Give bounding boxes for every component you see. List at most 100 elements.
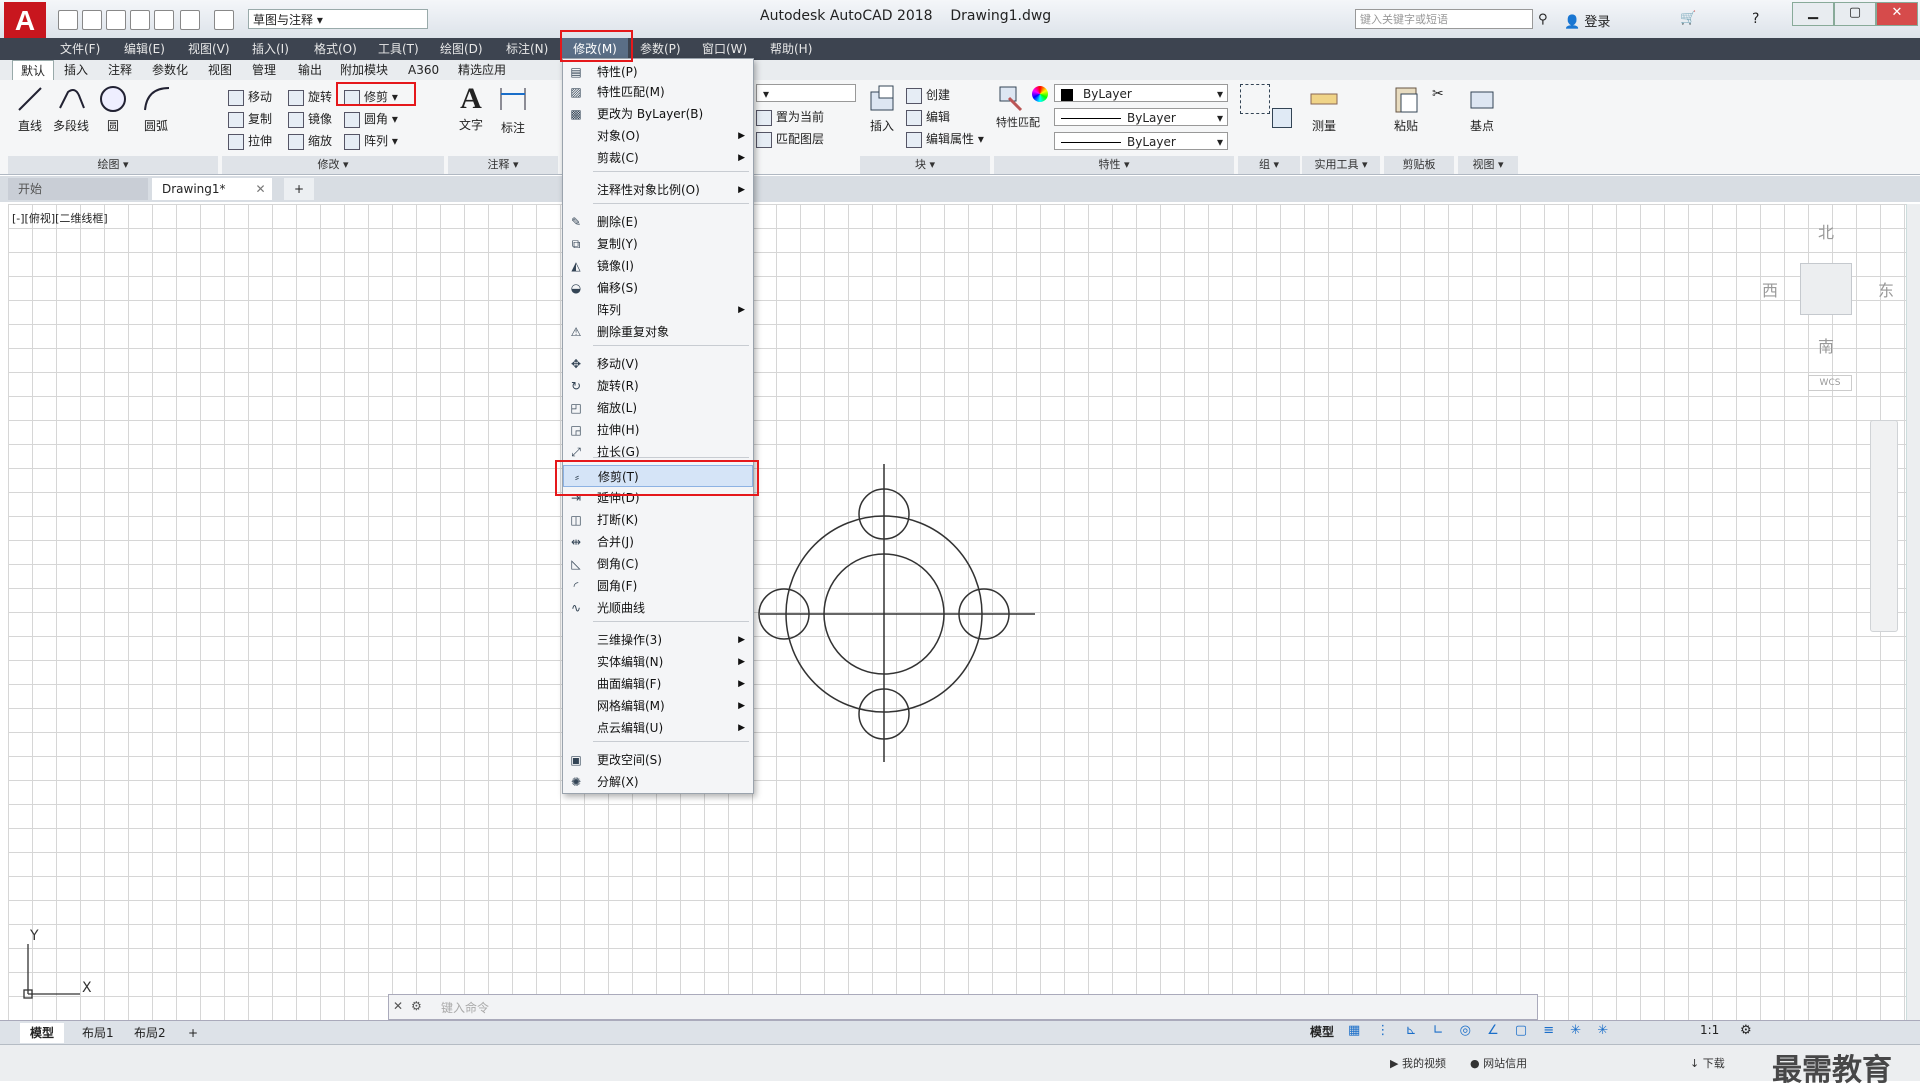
menu-separator [593,621,749,622]
menu-item-fillet[interactable]: ◜ 圆角(F) [563,575,753,597]
trim-item-highlight-box [555,460,759,496]
menu-item-rotate[interactable]: ↻ 旋转(R) [563,375,753,397]
annotation-scale[interactable]: 1:1 [1700,1023,1719,1037]
viewcube-west[interactable]: 西 [1762,277,1778,301]
viewcube[interactable]: 北 西 东 南 WCS [1758,215,1908,395]
menu-item-label: 移动(V) [597,357,639,371]
command-settings-icon[interactable]: ⚙ [411,999,422,1013]
menu-item-label: 点云编辑(U) [597,721,664,735]
modify-menu-dropdown: ▤ 特性(P) ▨ 特性匹配(M) ▩ 更改为 ByLayer(B) 对象(O) ▶ 剪裁(C)… [562,58,754,794]
menu-item-label: 拉伸(H) [597,423,640,437]
erase-icon: ✎ [570,215,582,229]
menu-item-chamfer[interactable]: ◺ 倒角(C) [563,553,753,575]
watermark: 最需教育 [1772,1053,1892,1088]
submenu-arrow-icon: ▶ [738,185,745,195]
menu-item-overkill[interactable]: ⚠ 删除重复对象 [563,321,753,343]
properties-icon: ▤ [570,65,582,79]
menu-item-copy[interactable]: ⧉ 复制(Y) [563,233,753,255]
site-credit-link[interactable]: ● 网站信用 [1470,1055,1527,1071]
menu-item-match-properties[interactable]: ▨ 特性匹配(M) [563,81,753,103]
download-link[interactable]: ↓ 下载 [1690,1055,1725,1071]
menu-separator [593,203,749,204]
workspace-gear-icon[interactable]: ⚙ [1740,1023,1752,1038]
ucs-icon [23,944,80,999]
menu-item-erase[interactable]: ✎ 删除(E) [563,211,753,233]
menu-item-label: 分解(X) [597,775,639,789]
menu-item-explode[interactable]: ✺ 分解(X) [563,771,753,793]
system-status-bar: ▶ 我的视频 ● 网站信用 ↓ 下载 最需教育 [0,1044,1920,1088]
menu-item-label: 复制(Y) [597,237,638,251]
menu-item-label: 倒角(C) [597,557,639,571]
menu-item-label: 特性匹配(M) [597,85,665,99]
status-tools-icons[interactable]: ▦ ⋮ ⊾ ∟ ◎ ∠ ▢ ≡ ✳ ✳ [1348,1023,1614,1038]
menu-item-break[interactable]: ◫ 打断(K) [563,509,753,531]
menu-item-label: 偏移(S) [597,281,638,295]
submenu-arrow-icon: ▶ [738,657,745,667]
menu-item-label: 更改为 ByLayer(B) [597,107,704,121]
drawing-geometry: Y X [23,59,1035,999]
bylayer-icon: ▩ [570,107,582,121]
menu-item-label: 圆角(F) [597,579,638,593]
menu-item-label: 删除重复对象 [597,325,670,339]
rotate-icon: ↻ [570,379,582,393]
menu-item-mirror[interactable]: ◭ 镜像(I) [563,255,753,277]
viewcube-east[interactable]: 东 [1878,277,1894,301]
menu-item-submenu-4[interactable]: 剪裁(C) ▶ [563,147,753,169]
menu-item-properties[interactable]: ▤ 特性(P) [563,61,753,83]
menu-item-blend[interactable]: ∿ 光顺曲线 [563,597,753,619]
menu-item-submenu-27[interactable]: 网格编辑(M) ▶ [563,695,753,717]
tab-model[interactable]: 模型 [20,1023,65,1043]
navigation-bar[interactable] [1870,420,1898,632]
overkill-icon: ⚠ [570,325,582,339]
menu-item-label: 曲面编辑(F) [597,677,662,691]
tab-layout2[interactable]: 布局2 [124,1023,176,1043]
menu-item-submenu-5[interactable]: 注释性对象比例(O) ▶ [563,179,753,201]
menu-separator [593,457,749,458]
viewcube-north[interactable]: 北 [1818,219,1834,243]
wcs-menu[interactable]: WCS [1808,375,1852,391]
tab-layout1[interactable]: 布局1 [72,1023,124,1043]
changespace-icon: ▣ [570,753,582,767]
command-input[interactable]: 键入命令 [441,999,489,1016]
move-icon: ✥ [570,357,582,371]
submenu-arrow-icon: ▶ [738,723,745,733]
my-video-label: 我的视频 [1401,1057,1446,1070]
menu-item-label: 打断(K) [597,513,639,527]
menu-item-offset[interactable]: ◒ 偏移(S) [563,277,753,299]
menu-item-submenu-25[interactable]: 实体编辑(N) ▶ [563,651,753,673]
menu-item-label: 三维操作(3) [597,633,662,647]
add-layout-icon[interactable]: + [178,1023,208,1043]
viewcube-face-top[interactable] [1800,263,1852,315]
menu-item-scale[interactable]: ◰ 缩放(L) [563,397,753,419]
menu-item-submenu-26[interactable]: 曲面编辑(F) ▶ [563,673,753,695]
menu-item-label: 光顺曲线 [597,601,646,615]
menu-item-label: 缩放(L) [597,401,638,415]
match-properties-icon: ▨ [570,85,582,99]
vertical-scrollbar[interactable] [1906,204,1920,1020]
menu-item-changespace[interactable]: ▣ 更改空间(S) [563,749,753,771]
menu-item-submenu-24[interactable]: 三维操作(3) ▶ [563,629,753,651]
menu-item-label: 旋转(R) [597,379,639,393]
menu-item-bylayer[interactable]: ▩ 更改为 ByLayer(B) [563,103,753,125]
menu-item-label: 镜像(I) [597,259,634,273]
command-line[interactable]: ✕ ⚙ 键入命令 [388,994,1538,1020]
menu-item-label: 合并(J) [597,535,634,549]
menu-separator [593,345,749,346]
menu-item-label: 实体编辑(N) [597,655,664,669]
menu-item-label: 删除(E) [597,215,638,229]
menu-item-submenu-3[interactable]: 对象(O) ▶ [563,125,753,147]
menu-item-join[interactable]: ⇹ 合并(J) [563,531,753,553]
modify-menu-highlight-box [560,30,633,62]
my-video-link[interactable]: ▶ 我的视频 [1390,1055,1446,1071]
viewcube-south[interactable]: 南 [1818,333,1834,357]
menu-item-move[interactable]: ✥ 移动(V) [563,353,753,375]
model-space-toggle[interactable]: 模型 [1310,1023,1334,1040]
menu-separator [593,741,749,742]
break-icon: ◫ [570,513,582,527]
menu-item-submenu-10[interactable]: 阵列 ▶ [563,299,753,321]
menu-item-stretch[interactable]: ◲ 拉伸(H) [563,419,753,441]
fillet-icon: ◜ [573,579,579,593]
menu-item-submenu-28[interactable]: 点云编辑(U) ▶ [563,717,753,739]
blend-icon: ∿ [570,601,582,615]
command-close-icon[interactable]: ✕ [393,999,403,1013]
